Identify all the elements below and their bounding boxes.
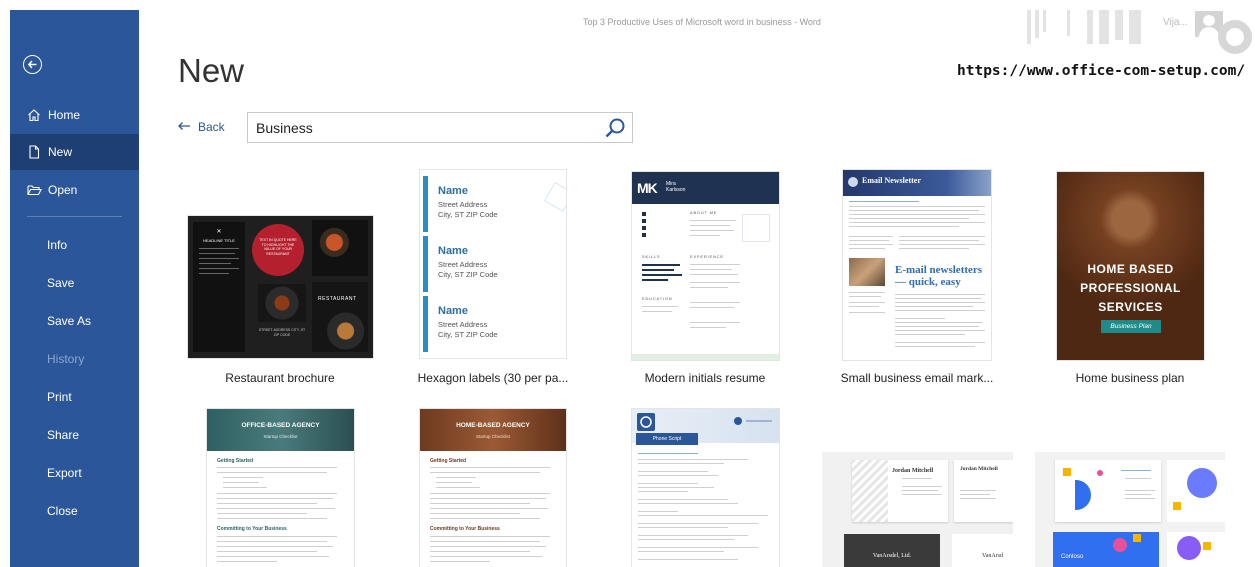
- template-thumbnail-home-business-plan[interactable]: HOME BASED PROFESSIONAL SERVICES Busines…: [1057, 172, 1204, 360]
- label-line2: City, ST ZIP Code: [438, 330, 498, 339]
- sidebar-item-new[interactable]: New: [10, 134, 139, 170]
- label-line2: City, ST ZIP Code: [438, 210, 498, 219]
- sidebar-item-label: Print: [47, 390, 72, 404]
- folder-open-icon: [27, 183, 42, 197]
- back-button[interactable]: Back: [177, 120, 225, 134]
- label-name: Name: [438, 185, 468, 197]
- resume-education: EDUCATION: [642, 296, 673, 301]
- checklist-subtitle: Startup Checklist: [475, 434, 510, 439]
- sidebar-divider: [27, 216, 122, 217]
- card-name: Jordan Mitchell: [892, 468, 934, 474]
- newsletter-headline: E-mail newsletters — quick, easy: [895, 264, 983, 288]
- sidebar-item-print[interactable]: Print: [10, 379, 139, 415]
- back-label: Back: [198, 120, 225, 134]
- page-title: New: [178, 52, 245, 89]
- checklist-section: Committing to Your Business: [217, 526, 287, 532]
- arrow-left-icon: [177, 120, 191, 134]
- sidebar-item-label: Save As: [47, 314, 92, 328]
- sidebar-item-label: Open: [48, 183, 78, 197]
- home-icon: [27, 108, 41, 122]
- template-thumbnail-restaurant-brochure[interactable]: ✕ HEADLINE TITLE TEXT IN QUOTE HERE TO H…: [188, 216, 373, 358]
- watermark-ring: [1218, 20, 1252, 54]
- template-label[interactable]: Home business plan: [1030, 371, 1230, 385]
- template-thumbnail-phone-script[interactable]: Phone Script: [632, 409, 779, 567]
- plan-badge: Business Plan: [1101, 320, 1161, 333]
- sidebar-item-label: Home: [48, 108, 81, 122]
- search-icon[interactable]: [604, 117, 626, 144]
- watermark-url: https://www.office-com-setup.com/: [957, 63, 1246, 79]
- sidebar-item-save-as[interactable]: Save As: [10, 303, 139, 339]
- checklist-section: Getting Started: [217, 458, 254, 464]
- sidebar-item-label: Share: [47, 428, 80, 442]
- template-thumbnail-email-newsletter[interactable]: Email Newsletter E-mail newsletters — qu…: [843, 170, 991, 360]
- resume-experience: EXPERIENCE: [690, 254, 724, 259]
- template-thumbnail-colorful-business-cards[interactable]: Contoso: [1035, 452, 1225, 567]
- checklist-title: OFFICE-BASED AGENCY: [241, 422, 320, 429]
- backstage-sidebar: Home New Open Info Save Save As History …: [10, 10, 139, 567]
- checklist-title: HOME-BASED AGENCY: [456, 422, 530, 429]
- resume-about: ABOUT ME: [690, 210, 718, 215]
- plan-title-line3: SERVICES: [1098, 300, 1163, 314]
- brochure-badge: RESTAURANT: [318, 296, 357, 302]
- template-label[interactable]: Hexagon labels (30 per pa...: [393, 371, 593, 385]
- window-title: Top 3 Productive Uses of Microsoft word …: [583, 17, 821, 27]
- sidebar-item-history: History: [10, 341, 139, 377]
- template-label[interactable]: Small business email mark...: [817, 371, 1017, 385]
- label-name: Name: [438, 245, 468, 257]
- card-name-2: Jordan Mitchell: [960, 466, 998, 472]
- sidebar-item-save[interactable]: Save: [10, 265, 139, 301]
- user-name[interactable]: Vija...: [1163, 17, 1188, 28]
- template-label[interactable]: Modern initials resume: [605, 371, 805, 385]
- sidebar-item-export[interactable]: Export: [10, 455, 139, 491]
- template-thumbnail-hexagon-labels[interactable]: Name Street Address City, ST ZIP Code Na…: [420, 170, 566, 358]
- checklist-section: Getting Started: [430, 458, 467, 464]
- label-line2: City, ST ZIP Code: [438, 270, 498, 279]
- template-thumbnail-business-cards[interactable]: Jordan Mitchell Jordan Mitchell VanArsde…: [822, 452, 1013, 567]
- newsletter-title: Email Newsletter: [862, 176, 921, 185]
- search-input[interactable]: [256, 120, 576, 136]
- label-name: Name: [438, 305, 468, 317]
- sidebar-item-label: New: [48, 145, 73, 159]
- resume-initials: MK: [637, 180, 658, 196]
- watermark-logo-bars: [1027, 10, 1167, 44]
- template-label[interactable]: Restaurant brochure: [180, 371, 380, 385]
- sidebar-item-close[interactable]: Close: [10, 493, 139, 529]
- card-company-2: VanArsd: [982, 553, 1003, 559]
- label-line1: Street Address: [438, 200, 488, 209]
- sidebar-item-open[interactable]: Open: [10, 172, 139, 208]
- template-search-box[interactable]: [247, 112, 633, 143]
- sidebar-item-label: Export: [47, 466, 82, 480]
- letter-heading: Phone Script: [652, 436, 682, 442]
- checklist-section: Committing to Your Business: [430, 526, 500, 532]
- label-line1: Street Address: [438, 260, 488, 269]
- brochure-heading: HEADLINE TITLE: [203, 238, 235, 243]
- sidebar-item-info[interactable]: Info: [10, 227, 139, 263]
- card-company: VanArsdel, Ltd.: [872, 553, 912, 559]
- sidebar-item-label: Save: [47, 276, 75, 290]
- sidebar-item-share[interactable]: Share: [10, 417, 139, 453]
- sidebar-item-label: Close: [47, 504, 78, 518]
- new-document-icon: [27, 145, 41, 159]
- brochure-quote: TEXT IN QUOTE HERE TO HIGHLIGHT THE VALU…: [259, 238, 297, 256]
- checklist-subtitle: Startup Checklist: [263, 434, 298, 439]
- plan-title-line2: PROFESSIONAL: [1080, 281, 1181, 295]
- sidebar-item-label: Info: [47, 238, 68, 252]
- back-arrow-icon[interactable]: [23, 55, 42, 74]
- resume-skills: SKILLS: [642, 254, 661, 259]
- template-thumbnail-home-based-checklist[interactable]: HOME-BASED AGENCY Startup Checklist Gett…: [420, 409, 566, 567]
- sidebar-item-label: History: [47, 352, 85, 366]
- template-thumbnail-modern-initials-resume[interactable]: MK Mira Karlsson ABOUT ME SKILLS EXPERIE…: [632, 172, 779, 360]
- label-line1: Street Address: [438, 320, 488, 329]
- resume-name: Mira Karlsson: [666, 181, 686, 193]
- card-company: Contoso: [1061, 554, 1084, 560]
- template-thumbnail-office-based-checklist[interactable]: OFFICE-BASED AGENCY Startup Checklist Ge…: [207, 409, 354, 567]
- plan-title-line1: HOME BASED: [1087, 262, 1174, 276]
- sidebar-item-home[interactable]: Home: [10, 97, 139, 133]
- brochure-address: STREET ADDRESS CITY, ST ZIP CODE: [258, 328, 306, 337]
